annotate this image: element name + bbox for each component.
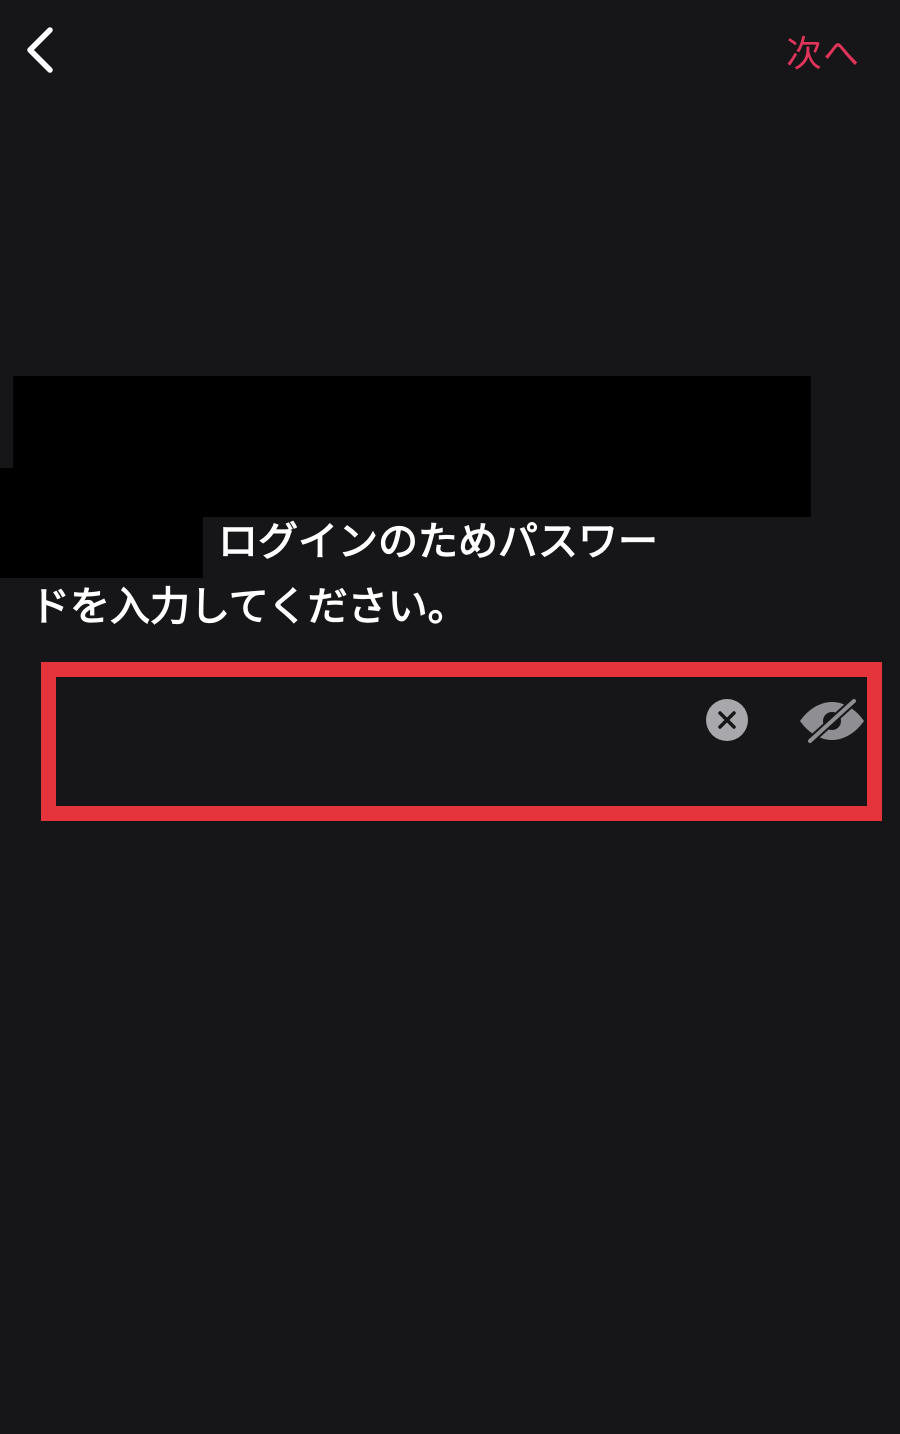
toggle-visibility-button[interactable] (796, 697, 868, 745)
password-field-highlight (41, 662, 882, 821)
redacted-region (0, 468, 203, 578)
prompt-text-line-1: ログインのためパスワー (218, 519, 658, 565)
prompt-text-line-2: ドを入力してください。 (30, 584, 468, 630)
back-button[interactable] (12, 20, 68, 80)
password-screen: 次へ ログインのためパスワー ドを入力してください。 (0, 0, 900, 1434)
clear-circle-icon (706, 699, 748, 741)
chevron-left-icon (27, 27, 53, 73)
eye-slash-icon (800, 697, 864, 745)
clear-button[interactable] (706, 699, 748, 741)
next-button[interactable]: 次へ (786, 26, 860, 76)
password-input[interactable] (56, 677, 867, 806)
